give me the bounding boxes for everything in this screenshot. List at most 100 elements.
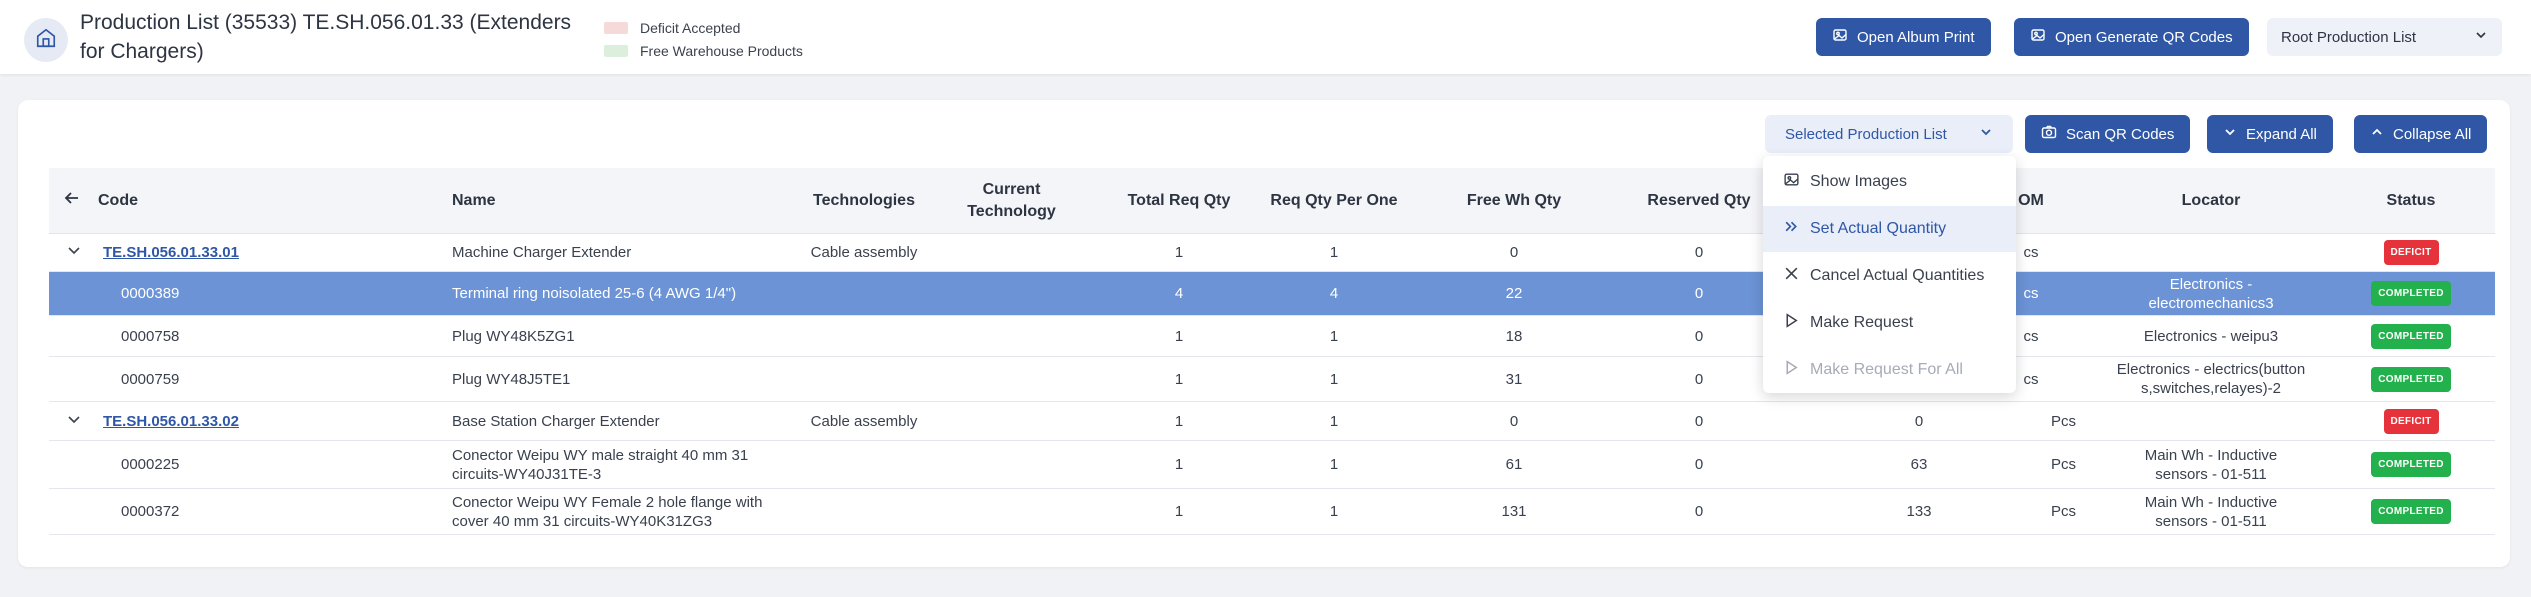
row-technologies: Cable assembly <box>810 412 918 430</box>
table-row[interactable]: 0000372 Conector Weipu WY Female 2 hole … <box>49 489 2495 535</box>
column-header-name[interactable]: Name <box>452 168 602 234</box>
row-locator: Main Wh - Inductive sensors - 01-511 <box>2144 493 2278 530</box>
chevron-down-icon <box>66 242 82 263</box>
column-header-technologies[interactable]: Technologies <box>789 168 939 234</box>
image-icon <box>2030 27 2055 47</box>
row-name: Plug WY48K5ZG1 <box>452 327 575 345</box>
row-code[interactable]: TE.SH.056.01.33.01 <box>103 234 403 271</box>
double-chevron-right-icon <box>1783 218 1810 240</box>
column-header-free-wh-qty[interactable]: Free Wh Qty <box>1419 168 1609 234</box>
root-production-list-label: Root Production List <box>2281 28 2417 46</box>
home-button[interactable] <box>24 18 68 62</box>
row-req-qty-per-one: 1 <box>1329 456 1339 473</box>
menu-item-label: Make Request For All <box>1810 361 1963 378</box>
legend-label: Free Warehouse Products <box>640 43 803 59</box>
column-header-current-technology[interactable]: Current Technology <box>939 168 1084 234</box>
expand-all-button[interactable]: Expand All <box>2207 115 2333 153</box>
row-uom: cs <box>2023 285 2039 302</box>
collapse-row-button[interactable] <box>66 402 86 440</box>
row-free-wh-qty: 0 <box>1509 412 1519 430</box>
row-req-qty-per-one: 1 <box>1329 327 1339 345</box>
row-uom: cs <box>2023 370 2039 388</box>
row-req-qty-per-one: 1 <box>1329 244 1339 261</box>
row-name: Terminal ring noisolated 25-6 (4 AWG 1/4… <box>452 285 737 302</box>
column-header-uom[interactable]: OM <box>2011 168 2051 234</box>
table-row-selected[interactable]: 0000389 Terminal ring noisolated 25-6 (4… <box>49 272 2495 316</box>
chevron-down-icon <box>2474 28 2488 46</box>
row-req-qty-per-one: 1 <box>1329 412 1339 430</box>
selected-production-list-dropdown[interactable]: Selected Production List <box>1765 115 2013 153</box>
row-uom: Pcs <box>2051 412 2077 430</box>
status-badge: DEFICIT <box>2383 408 2439 434</box>
column-header-status[interactable]: Status <box>2336 168 2486 234</box>
row-locator: Main Wh - Inductive sensors - 01-511 <box>2144 446 2278 483</box>
table-row[interactable]: TE.SH.056.01.33.02 Base Station Charger … <box>49 402 2495 441</box>
chevron-down-icon <box>66 411 82 432</box>
row-req-qty-per-one: 4 <box>1329 285 1339 302</box>
scan-qr-codes-button[interactable]: Scan QR Codes <box>2025 115 2191 153</box>
collapse-row-button[interactable] <box>66 234 86 271</box>
collapse-all-label: Collapse All <box>2393 125 2472 143</box>
menu-item-make-request[interactable]: Make Request <box>1763 300 2016 346</box>
row-available-qty: 0 <box>1914 412 1924 430</box>
column-header-code[interactable]: Code <box>98 168 248 234</box>
menu-item-cancel-actual-quantities[interactable]: Cancel Actual Quantities <box>1763 253 2016 299</box>
play-icon <box>1783 359 1810 381</box>
open-generate-qr-label: Open Generate QR Codes <box>2055 28 2233 46</box>
open-generate-qr-button[interactable]: Open Generate QR Codes <box>2014 18 2249 56</box>
column-header-req-qty-per-one[interactable]: Req Qty Per One <box>1239 168 1429 234</box>
legend-item-free-warehouse: Free Warehouse Products <box>604 41 803 61</box>
row-name: Conector Weipu WY male straight 40 mm 31… <box>452 446 749 483</box>
row-code[interactable]: TE.SH.056.01.33.02 <box>103 402 403 440</box>
color-legend: Deficit Accepted Free Warehouse Products <box>604 18 803 64</box>
legend-swatch <box>604 22 628 34</box>
menu-item-show-images[interactable]: Show Images <box>1763 159 2016 205</box>
legend-label: Deficit Accepted <box>640 20 741 36</box>
row-free-wh-qty: 61 <box>1505 456 1523 473</box>
row-free-wh-qty: 0 <box>1509 244 1519 261</box>
code-link[interactable]: TE.SH.056.01.33.01 <box>103 243 239 262</box>
row-status: COMPLETED <box>2336 272 2486 315</box>
row-status: COMPLETED <box>2336 316 2486 356</box>
row-name: Machine Charger Extender <box>452 244 632 261</box>
table-row[interactable]: TE.SH.056.01.33.01 Machine Charger Exten… <box>49 234 2495 272</box>
camera-icon <box>2041 124 2066 144</box>
table-row[interactable]: 0000759 Plug WY48J5TE1 1 1 31 0 cs Elect… <box>49 357 2495 402</box>
code-link[interactable]: TE.SH.056.01.33.02 <box>103 412 239 431</box>
row-status: COMPLETED <box>2336 441 2486 488</box>
table-row[interactable]: 0000225 Conector Weipu WY male straight … <box>49 441 2495 489</box>
legend-swatch <box>604 45 628 57</box>
status-badge: COMPLETED <box>2371 499 2451 524</box>
row-code: 0000759 <box>121 370 180 388</box>
scan-qr-codes-label: Scan QR Codes <box>2066 125 2175 143</box>
row-status: COMPLETED <box>2336 357 2486 401</box>
row-uom: cs <box>2023 244 2039 261</box>
row-free-wh-qty: 131 <box>1501 503 1527 520</box>
status-badge: COMPLETED <box>2371 323 2451 349</box>
row-name: Base Station Charger Extender <box>452 412 660 430</box>
menu-item-label: Cancel Actual Quantities <box>1810 267 1985 284</box>
menu-item-set-actual-quantity[interactable]: Set Actual Quantity <box>1763 206 2016 252</box>
back-arrow-button[interactable] <box>63 168 93 234</box>
menu-item-label: Make Request <box>1810 314 1914 331</box>
open-album-print-label: Open Album Print <box>1857 28 1975 46</box>
top-bar: Production List (35533) TE.SH.056.01.33 … <box>0 0 2531 74</box>
table-row[interactable]: 0000758 Plug WY48K5ZG1 1 1 18 0 cs Elect… <box>49 316 2495 357</box>
selected-production-list-label: Selected Production List <box>1785 125 1947 143</box>
row-status: DEFICIT <box>2336 402 2486 440</box>
collapse-all-button[interactable]: Collapse All <box>2354 115 2488 153</box>
root-production-list-select[interactable]: Root Production List <box>2267 18 2502 56</box>
row-locator: Electronics - electromechanics3 <box>2148 275 2274 312</box>
column-header-locator[interactable]: Locator <box>2086 168 2336 234</box>
page-title: Production List (35533) TE.SH.056.01.33 … <box>80 11 572 63</box>
row-free-wh-qty: 31 <box>1505 370 1523 388</box>
row-available-qty: 133 <box>1906 503 1932 520</box>
selected-production-list-menu: Show Images Set Actual Quantity Cancel A… <box>1763 156 2016 393</box>
open-album-print-button[interactable]: Open Album Print <box>1816 18 1991 56</box>
menu-item-make-request-for-all: Make Request For All <box>1763 347 2016 393</box>
row-uom: cs <box>2023 327 2039 345</box>
chevron-up-icon <box>2370 125 2393 143</box>
row-req-qty-per-one: 1 <box>1329 370 1339 388</box>
row-reserved-qty: 0 <box>1694 503 1704 520</box>
play-icon <box>1783 312 1810 334</box>
